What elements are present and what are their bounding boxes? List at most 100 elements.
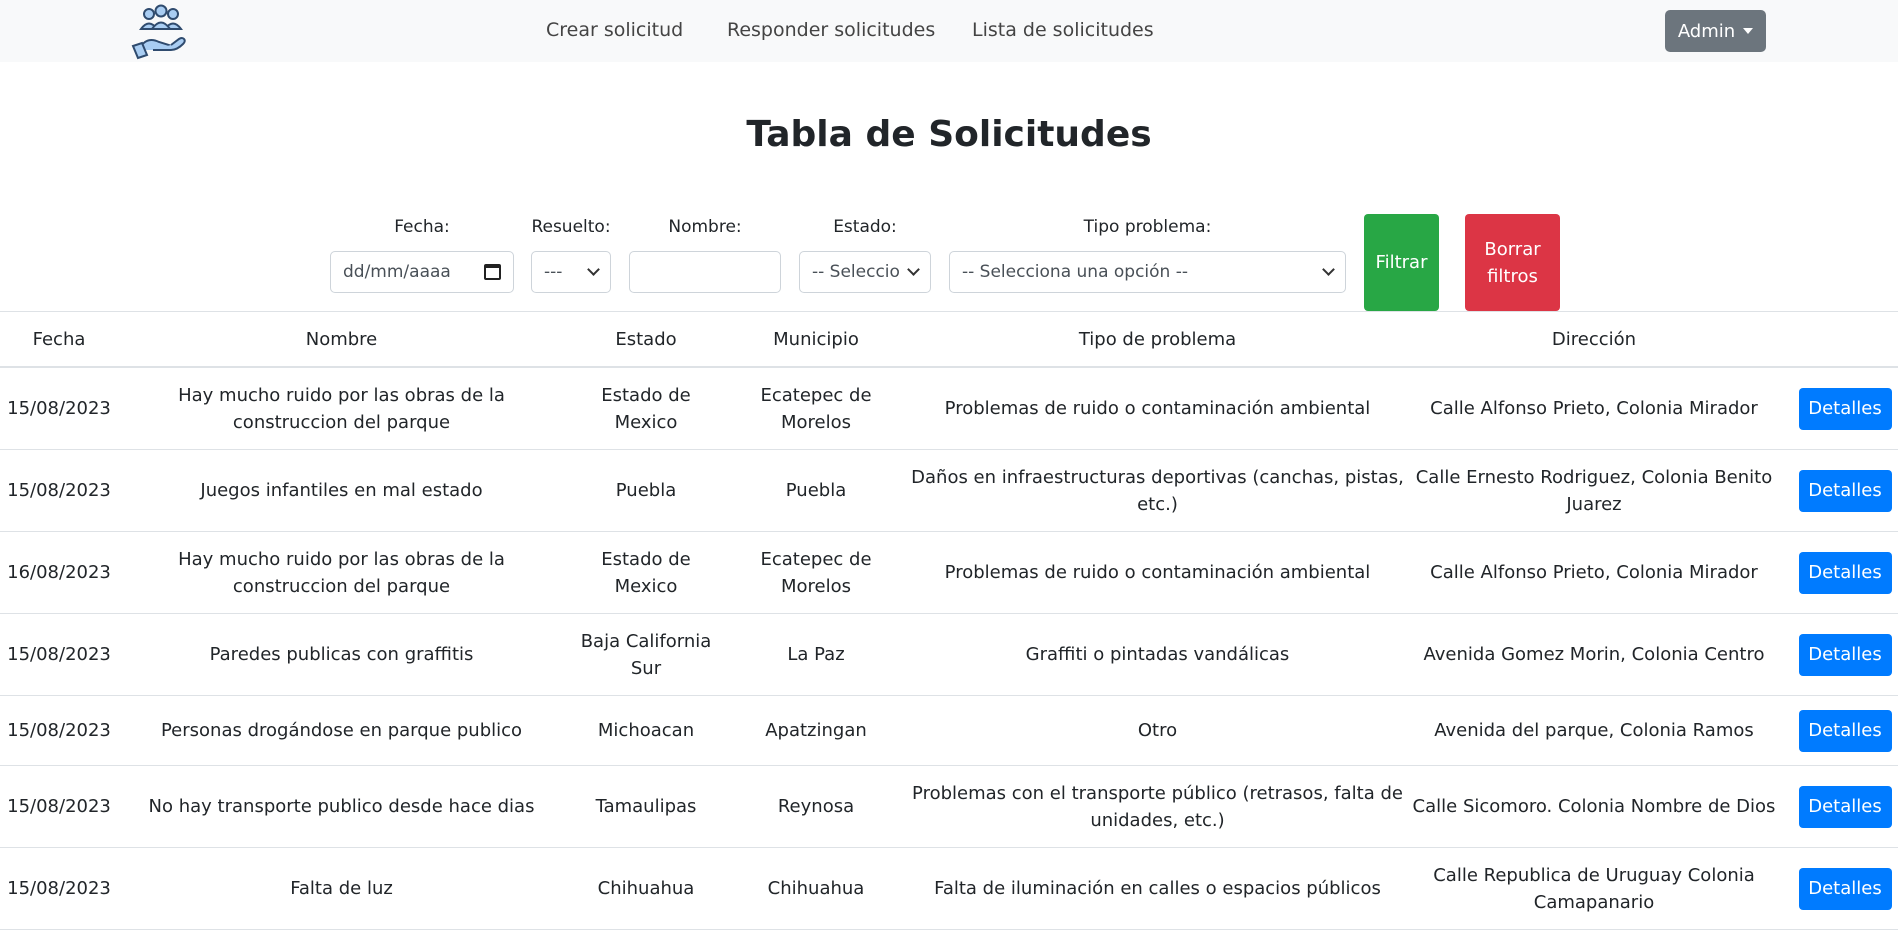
header-tipo-problema: Tipo de problema [1078,328,1237,350]
cell-nombre: No hay transporte publico desde hace dia… [148,796,535,817]
header-estado: Estado [615,328,677,350]
chevron-down-icon [587,263,600,276]
cell-fecha: 15/08/2023 [7,878,111,899]
detalles-button[interactable]: Detalles [1798,709,1892,752]
detalles-button[interactable]: Detalles [1798,785,1892,828]
cell-acciones: Detalles [1782,696,1898,765]
cell-direccion: Avenida Gomez Morin, Colonia Centro [1423,644,1765,665]
nav-link-crear-solicitud[interactable]: Crear solicitud [546,19,683,41]
cell-fecha: 16/08/2023 [7,562,111,583]
cell-acciones: Detalles [1782,532,1898,613]
chevron-down-icon [1322,263,1335,276]
cell-acciones: Detalles [1782,766,1898,847]
detalles-button[interactable]: Detalles [1798,469,1892,512]
cell-municipio: Puebla [785,480,847,501]
cell-direccion: Calle Ernesto Rodriguez, Colonia Benito … [1415,466,1773,515]
detalles-button[interactable]: Detalles [1798,867,1892,910]
table-header: Fecha Nombre Estado Municipio Tipo de pr… [0,312,1898,368]
table-row: 15/08/2023 Hay mucho ruido por las obras… [0,368,1898,450]
caret-down-icon [1743,28,1754,34]
estado-label: Estado: [833,217,897,237]
cell-fecha: 15/08/2023 [7,796,111,817]
solicitudes-table: Fecha Nombre Estado Municipio Tipo de pr… [0,311,1898,930]
header-municipio: Municipio [773,328,859,350]
cell-tipo-problema: Problemas con el transporte público (ret… [912,782,1403,831]
cell-tipo-problema: Daños en infraestructuras deportivas (ca… [911,466,1404,515]
cell-estado: Puebla [615,480,677,501]
cell-municipio: Apatzingan [765,720,867,741]
cell-estado: Chihuahua [597,878,695,899]
cell-direccion: Calle Sicomoro. Colonia Nombre de Dios [1412,796,1776,817]
people-hand-icon[interactable] [131,2,191,60]
navbar: Crear solicitud Responder solicitudes Li… [0,0,1898,62]
cell-tipo-problema: Falta de iluminación en calles o espacio… [934,878,1381,899]
cell-fecha: 15/08/2023 [7,480,111,501]
estado-select[interactable]: -- Seleccio [799,251,931,293]
cell-direccion: Calle Alfonso Prieto, Colonia Mirador [1430,562,1758,583]
cell-tipo-problema: Graffiti o pintadas vandálicas [1025,644,1290,665]
cell-acciones: Detalles [1782,368,1898,449]
cell-nombre: Paredes publicas con graffitis [209,644,474,665]
nombre-input[interactable] [629,251,781,293]
fecha-input[interactable]: dd/mm/aaaa [330,251,514,293]
header-fecha: Fecha [32,328,86,350]
nav-link-responder-solicitudes[interactable]: Responder solicitudes [727,19,935,41]
nombre-label: Nombre: [668,217,742,237]
cell-direccion: Calle Alfonso Prieto, Colonia Mirador [1430,398,1758,419]
chevron-down-icon [907,263,920,276]
cell-municipio: Chihuahua [767,878,865,899]
tipo-problema-value: -- Selecciona una opción -- [962,262,1188,282]
cell-estado: Tamaulipas [595,796,697,817]
cell-tipo-problema: Otro [1137,720,1178,741]
table-row: 15/08/2023 No hay transporte publico des… [0,766,1898,848]
cell-acciones: Detalles [1782,614,1898,695]
admin-label: Admin [1677,20,1736,42]
admin-dropdown-button[interactable]: Admin [1665,10,1766,52]
cell-nombre: Hay mucho ruido por las obras de la cons… [178,384,505,433]
calendar-icon [484,264,501,280]
table-row: 15/08/2023 Paredes publicas con graffiti… [0,614,1898,696]
cell-municipio: Ecatepec de Morelos [760,384,872,433]
table-row: 15/08/2023 Personas drogándose en parque… [0,696,1898,766]
cell-direccion: Avenida del parque, Colonia Ramos [1434,720,1754,741]
estado-value: -- Seleccio [812,262,900,282]
table-row: 15/08/2023 Juegos infantiles en mal esta… [0,450,1898,532]
cell-estado: Baja California Sur [580,630,712,679]
resuelto-select[interactable]: --- [531,251,611,293]
table-row: 16/08/2023 Hay mucho ruido por las obras… [0,532,1898,614]
cell-nombre: Falta de luz [290,878,393,899]
cell-tipo-problema: Problemas de ruido o contaminación ambie… [944,562,1371,583]
cell-tipo-problema: Problemas de ruido o contaminación ambie… [944,398,1371,419]
header-direccion: Dirección [1551,328,1637,350]
page-title: Tabla de Solicitudes [746,114,1152,155]
cell-nombre: Hay mucho ruido por las obras de la cons… [178,548,505,597]
tipo-problema-label: Tipo problema: [1083,217,1212,237]
cell-acciones: Detalles [1782,848,1898,929]
detalles-button[interactable]: Detalles [1798,633,1892,676]
table-row: 15/08/2023 Falta de luz Chihuahua Chihua… [0,848,1898,930]
filtrar-button[interactable]: Filtrar [1364,214,1439,311]
cell-fecha: 15/08/2023 [7,398,111,419]
fecha-label: Fecha: [394,217,450,237]
detalles-button[interactable]: Detalles [1798,551,1892,594]
cell-direccion: Calle Republica de Uruguay Colonia Camap… [1433,864,1755,913]
cell-estado: Estado de Mexico [601,548,691,597]
nav-link-lista-solicitudes[interactable]: Lista de solicitudes [972,19,1154,41]
tipo-problema-select[interactable]: -- Selecciona una opción -- [949,251,1346,293]
cell-acciones: Detalles [1782,450,1898,531]
cell-nombre: Juegos infantiles en mal estado [200,480,483,501]
cell-municipio: Ecatepec de Morelos [760,548,872,597]
cell-estado: Estado de Mexico [601,384,691,433]
cell-fecha: 15/08/2023 [7,644,111,665]
borrar-filtros-button[interactable]: Borrar filtros [1465,214,1560,311]
resuelto-label: Resuelto: [531,217,611,237]
cell-municipio: Reynosa [777,796,855,817]
cell-municipio: La Paz [787,644,845,665]
header-nombre: Nombre [305,328,378,350]
cell-estado: Michoacan [597,720,695,741]
resuelto-value: --- [544,262,563,282]
cell-nombre: Personas drogándose en parque publico [160,720,523,741]
fecha-placeholder: dd/mm/aaaa [343,262,451,282]
detalles-button[interactable]: Detalles [1798,387,1892,430]
cell-fecha: 15/08/2023 [7,720,111,741]
